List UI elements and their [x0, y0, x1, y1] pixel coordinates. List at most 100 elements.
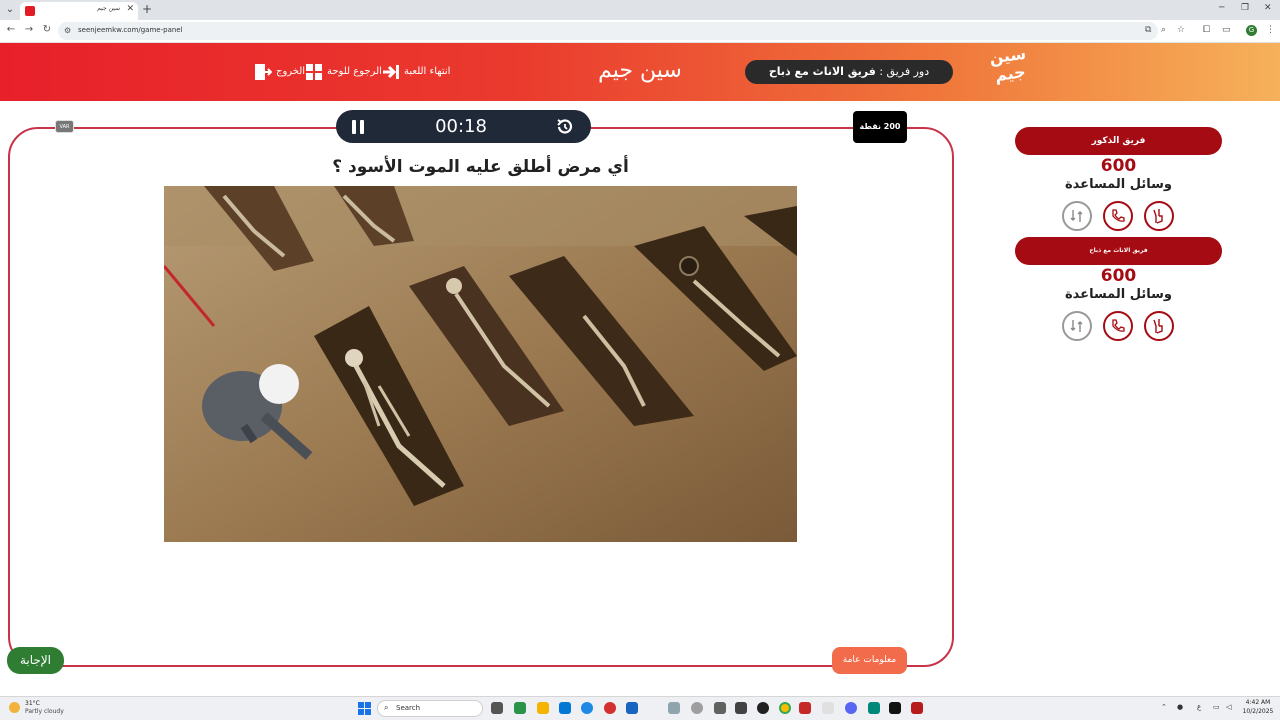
app-icon-9[interactable]: [911, 702, 923, 714]
opera-icon[interactable]: [604, 702, 616, 714]
new-tab-icon[interactable]: +: [142, 2, 152, 16]
edge-icon[interactable]: [581, 702, 593, 714]
category-badge: معلومات عامة: [832, 647, 907, 674]
tray-chevron-icon[interactable]: ⌃: [1161, 703, 1167, 711]
language-indicator[interactable]: ع: [1197, 703, 1201, 711]
back-icon[interactable]: ←: [4, 24, 18, 35]
team-1-call-lifeline[interactable]: [1103, 201, 1133, 231]
timer-display: 00:18: [435, 116, 487, 137]
phone-icon: [1112, 209, 1125, 222]
widgets-icon[interactable]: [514, 702, 526, 714]
end-game-button[interactable]: انتهاء اللعبة: [382, 62, 450, 82]
peace-hand-icon: [1153, 209, 1163, 224]
team-2-swap-lifeline[interactable]: [1062, 311, 1092, 341]
exit-door-icon: [255, 64, 272, 80]
translate-icon[interactable]: ⧉: [1145, 25, 1151, 35]
exit-button[interactable]: الخروج: [254, 62, 305, 82]
points-badge: 200 نقطة: [853, 111, 907, 143]
reload-icon[interactable]: ↻: [40, 24, 54, 35]
reset-timer-icon[interactable]: [555, 117, 575, 137]
capcut-icon[interactable]: [714, 702, 726, 714]
current-turn-badge: دور فريق : فريق الاناث مع ذباح: [745, 60, 953, 84]
browser-tab-bar: ⌄ سين جيم ✕ + ─ ❐ ✕: [0, 0, 1280, 20]
team-1-score: 600: [1100, 156, 1137, 176]
restore-icon[interactable]: ❐: [1241, 3, 1249, 13]
pause-icon[interactable]: [350, 119, 366, 135]
extensions-icon[interactable]: ⧠: [1203, 25, 1210, 35]
peace-hand-icon: [1153, 319, 1163, 334]
turn-label: دور فريق :: [875, 65, 930, 78]
tab-title: سين جيم: [97, 5, 120, 12]
team-1-swap-lifeline[interactable]: [1062, 201, 1092, 231]
tab-list-icon[interactable]: ⌄: [2, 3, 18, 17]
file-explorer-icon[interactable]: [537, 702, 549, 714]
back-to-board-label: الرجوع للوحة: [327, 66, 382, 77]
app-icon-1[interactable]: [626, 702, 638, 714]
bookmark-star-icon[interactable]: ☆: [1177, 25, 1185, 35]
taskbar-search[interactable]: ⌕ Search: [377, 700, 483, 717]
discord-icon[interactable]: [845, 702, 857, 714]
team-1-peace-lifeline[interactable]: [1144, 201, 1174, 231]
mic-icon[interactable]: ●: [1177, 703, 1183, 711]
var-badge[interactable]: VAR: [55, 120, 74, 133]
minimize-icon[interactable]: ─: [1219, 3, 1224, 13]
answer-button[interactable]: الإجابة: [7, 647, 64, 674]
team-2-name: فريق الاناث مع ذباح: [1015, 237, 1222, 265]
url-field[interactable]: ⚙ seenjeemkw.com/game-panel: [58, 22, 1158, 40]
close-tab-icon[interactable]: ✕: [126, 4, 134, 14]
team-2-score: 600: [1100, 266, 1137, 286]
exit-label: الخروج: [276, 66, 306, 77]
timer-bar: 00:18: [336, 110, 591, 143]
grid-board-icon: [306, 64, 322, 80]
site-info-icon[interactable]: ⚙: [64, 26, 71, 35]
end-game-label: انتهاء اللعبة: [404, 66, 451, 77]
team-1-aids-label: وسائل المساعدة: [1065, 177, 1172, 192]
store-icon[interactable]: [559, 702, 571, 714]
weather-icon[interactable]: [9, 702, 20, 713]
volume-icon[interactable]: ◁: [1226, 703, 1231, 711]
app-icon-4[interactable]: [735, 702, 747, 714]
game-title: سين جيم: [598, 58, 682, 83]
team-2-peace-lifeline[interactable]: [1144, 311, 1174, 341]
site-favicon-icon: [25, 6, 35, 16]
swap-icon: [1070, 320, 1083, 332]
app-icon-7[interactable]: [868, 702, 880, 714]
brand-logo: سين جيم: [983, 44, 1037, 100]
clock-time[interactable]: 4:42 AM: [1241, 699, 1275, 706]
turn-team-name: فريق الاناث مع ذباح: [768, 65, 876, 78]
app-icon-5[interactable]: [757, 702, 769, 714]
excavation-photo: [164, 186, 797, 542]
chrome-icon[interactable]: [779, 702, 791, 714]
app-icon-2[interactable]: [668, 702, 680, 714]
task-view-icon[interactable]: [491, 702, 503, 714]
back-to-board-button[interactable]: الرجوع للوحة: [305, 62, 382, 82]
app-icon-6[interactable]: [799, 702, 811, 714]
url-text: seenjeemkw.com/game-panel: [78, 26, 183, 34]
clock-date[interactable]: 10/2/2025: [1241, 708, 1275, 715]
browser-tab[interactable]: سين جيم ✕: [20, 2, 138, 20]
address-bar-row: ← → ↻ ⚙ seenjeemkw.com/game-panel ⧉ ⌕ ☆ …: [0, 20, 1280, 43]
windows-taskbar: 31°C Partly cloudy ⌕ Search ⌃ ● ع ▭ ◁ 4:…: [0, 696, 1280, 720]
team-1-name: فريق الذكور: [1015, 127, 1222, 155]
network-icon[interactable]: ▭: [1213, 703, 1220, 711]
split-view-icon[interactable]: ▭: [1222, 25, 1231, 35]
end-game-icon: [383, 65, 399, 79]
weather-temp: 31°C: [25, 700, 40, 707]
question-image: [164, 186, 797, 542]
team-2-aids-label: وسائل المساعدة: [1065, 287, 1172, 302]
zoom-icon[interactable]: ⌕: [1161, 25, 1166, 35]
windows-start-icon[interactable]: [358, 702, 371, 715]
search-icon: ⌕: [384, 703, 389, 712]
search-placeholder: Search: [396, 704, 421, 712]
game-header: سين جيم دور فريق : فريق الاناث مع ذباح س…: [0, 43, 1280, 101]
app-icon-3[interactable]: [691, 702, 703, 714]
profile-avatar[interactable]: G: [1246, 25, 1257, 36]
weather-desc: Partly cloudy: [25, 708, 64, 715]
close-window-icon[interactable]: ✕: [1264, 3, 1272, 13]
app-icon-8[interactable]: [889, 702, 901, 714]
file-icon[interactable]: [822, 702, 834, 714]
forward-icon[interactable]: →: [22, 24, 36, 35]
phone-icon: [1112, 319, 1125, 332]
team-2-call-lifeline[interactable]: [1103, 311, 1133, 341]
menu-kebab-icon[interactable]: ⋮: [1266, 25, 1275, 35]
